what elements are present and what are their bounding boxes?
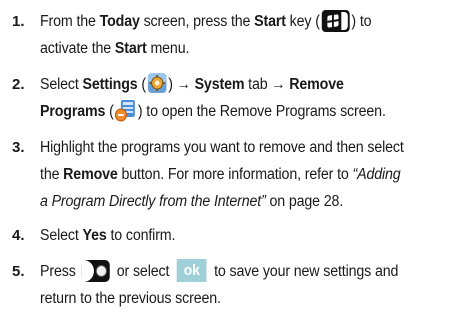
step-text: Select Yes to confirm. xyxy=(40,227,176,244)
instruction-document: 1. From the Today screen, press the Star… xyxy=(0,0,474,325)
step-number: 4. xyxy=(12,227,25,244)
ok-hardware-key-icon xyxy=(82,259,111,282)
settings-label: Settings xyxy=(82,76,138,93)
cross-reference-link-cont[interactable]: a Program Directly from the Internet” xyxy=(40,193,266,210)
ok-softkey-icon: ok xyxy=(176,259,207,283)
cross-reference-link[interactable]: “Adding xyxy=(352,166,400,183)
start-label: Start xyxy=(254,13,286,30)
step-text: Press or select ok to save your new sett… xyxy=(40,258,440,312)
system-tab-label: System xyxy=(194,76,245,93)
step-text: From the Today screen, press the Start k… xyxy=(40,8,440,62)
windows-start-key-icon xyxy=(321,9,350,32)
today-label: Today xyxy=(99,13,140,30)
remove-label: Remove xyxy=(289,76,344,93)
step-text: Highlight the programs you want to remov… xyxy=(40,139,404,210)
remove-programs-icon xyxy=(115,98,137,122)
step-number: 5. xyxy=(12,263,25,280)
step-number: 2. xyxy=(12,76,25,93)
yes-label: Yes xyxy=(82,227,107,244)
step-text: Select Settings () → System tab → Remove… xyxy=(40,71,440,125)
step-number: 1. xyxy=(12,13,25,30)
start-menu-label: Start xyxy=(114,40,147,57)
step-number: 3. xyxy=(12,139,25,156)
settings-gear-icon xyxy=(147,72,167,94)
remove-button-label: Remove xyxy=(63,166,118,183)
programs-label: Programs xyxy=(40,103,106,120)
